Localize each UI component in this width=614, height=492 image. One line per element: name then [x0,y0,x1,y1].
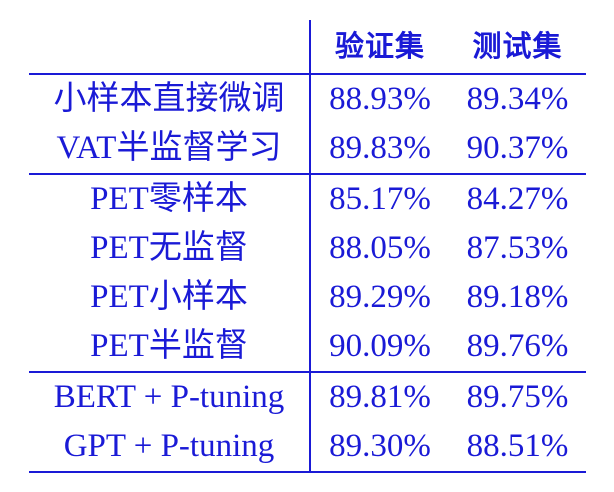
results-table: 验证集 测试集 小样本直接微调 88.93% 89.34% VAT半监督学习 8… [29,20,586,473]
validation-score: 89.30% [310,422,449,473]
validation-score: 89.83% [329,130,431,166]
test-score: 88.51% [449,422,586,473]
header-validation-set: 验证集 [334,29,425,63]
test-score: 89.75% [449,371,586,422]
method-name: PET小样本 [29,273,311,322]
validation-score: 88.05% [329,230,431,266]
table-row: PET小样本 89.29% 89.18% [29,273,586,322]
test-score: 90.37% [466,130,569,166]
header-test-set: 测试集 [472,29,563,63]
test-score: 89.18% [466,279,569,315]
table-row: 小样本直接微调 88.93% 89.34% [29,73,586,124]
method-name: PET零样本 [29,173,311,224]
table-row: PET零样本 85.17% 84.27% [29,173,586,224]
test-score: 89.76% [466,328,569,364]
method-name: VAT半监督学习 [29,124,311,174]
validation-score: 85.17% [310,173,449,224]
method-name: PET无监督 [29,224,311,273]
table-row: VAT半监督学习 89.83% 90.37% [29,124,586,174]
validation-score: 88.93% [310,73,449,124]
validation-score: 89.29% [329,279,431,315]
method-name: 小样本直接微调 [29,73,311,124]
table-row: BERT + P-tuning 89.81% 89.75% [29,371,586,422]
header-row: 验证集 测试集 [29,20,586,74]
header-method [29,20,311,74]
table-row: GPT + P-tuning 89.30% 88.51% [29,422,586,473]
table-row: PET无监督 88.05% 87.53% [29,224,586,273]
validation-score: 89.81% [310,371,449,422]
table-row: PET半监督 90.09% 89.76% [29,322,586,372]
test-score: 84.27% [449,173,586,224]
method-name: GPT + P-tuning [29,422,311,473]
validation-score: 90.09% [329,328,431,364]
test-score: 87.53% [466,230,569,266]
method-name: PET半监督 [29,322,311,372]
method-name: BERT + P-tuning [29,371,311,422]
test-score: 89.34% [449,73,586,124]
